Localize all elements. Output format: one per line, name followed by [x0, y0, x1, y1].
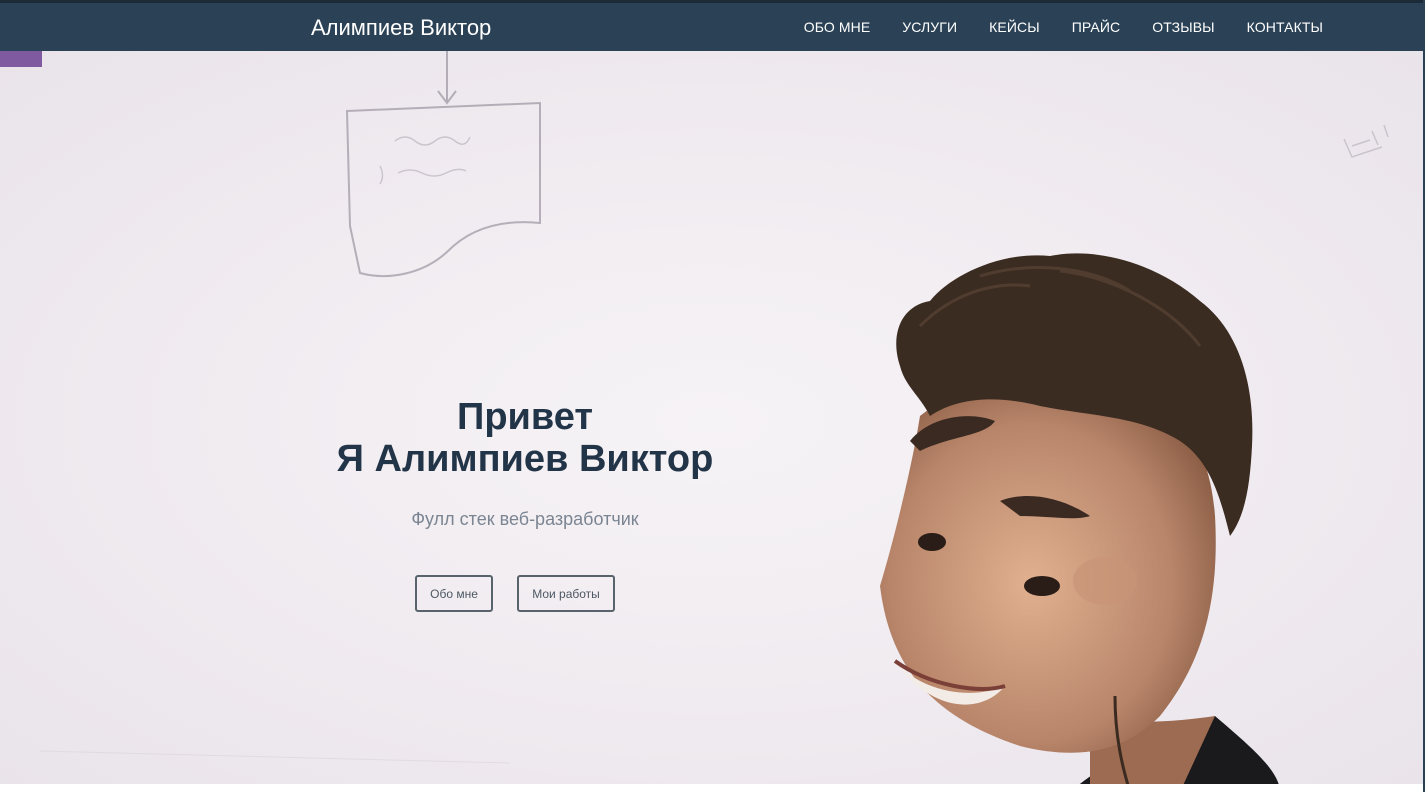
nav-link-services[interactable]: УСЛУГИ [902, 19, 957, 35]
nav-link-pricing[interactable]: ПРАЙС [1072, 19, 1120, 35]
hero-bottom-edge [0, 784, 1423, 792]
profile-photo [880, 253, 1280, 792]
top-navbar: Алимпиев Виктор ОБО МНЕ УСЛУГИ КЕЙСЫ ПРА… [0, 0, 1423, 51]
main-nav: ОБО МНЕ УСЛУГИ КЕЙСЫ ПРАЙС ОТЗЫВЫ КОНТАК… [772, 19, 1323, 35]
nav-link-contacts[interactable]: КОНТАКТЫ [1247, 19, 1323, 35]
nav-link-about[interactable]: ОБО МНЕ [804, 19, 871, 35]
nav-link-cases[interactable]: КЕЙСЫ [989, 19, 1040, 35]
hero-section: Привет Я Алимпиев Виктор Фулл стек веб-р… [0, 51, 1423, 792]
hero-title-greeting: Привет [457, 396, 593, 438]
nav-link-reviews[interactable]: ОТЗЫВЫ [1152, 19, 1214, 35]
hero-title: Привет Я Алимпиев Виктор [225, 396, 825, 480]
my-works-button[interactable]: Мои работы [517, 575, 615, 612]
hero-title-name: Я Алимпиев Виктор [336, 438, 714, 480]
brand-logo-link[interactable]: Алимпиев Виктор [311, 15, 491, 41]
hero-subtitle: Фулл стек веб-разработчик [411, 509, 639, 529]
about-me-button[interactable]: Обо мне [415, 575, 493, 612]
